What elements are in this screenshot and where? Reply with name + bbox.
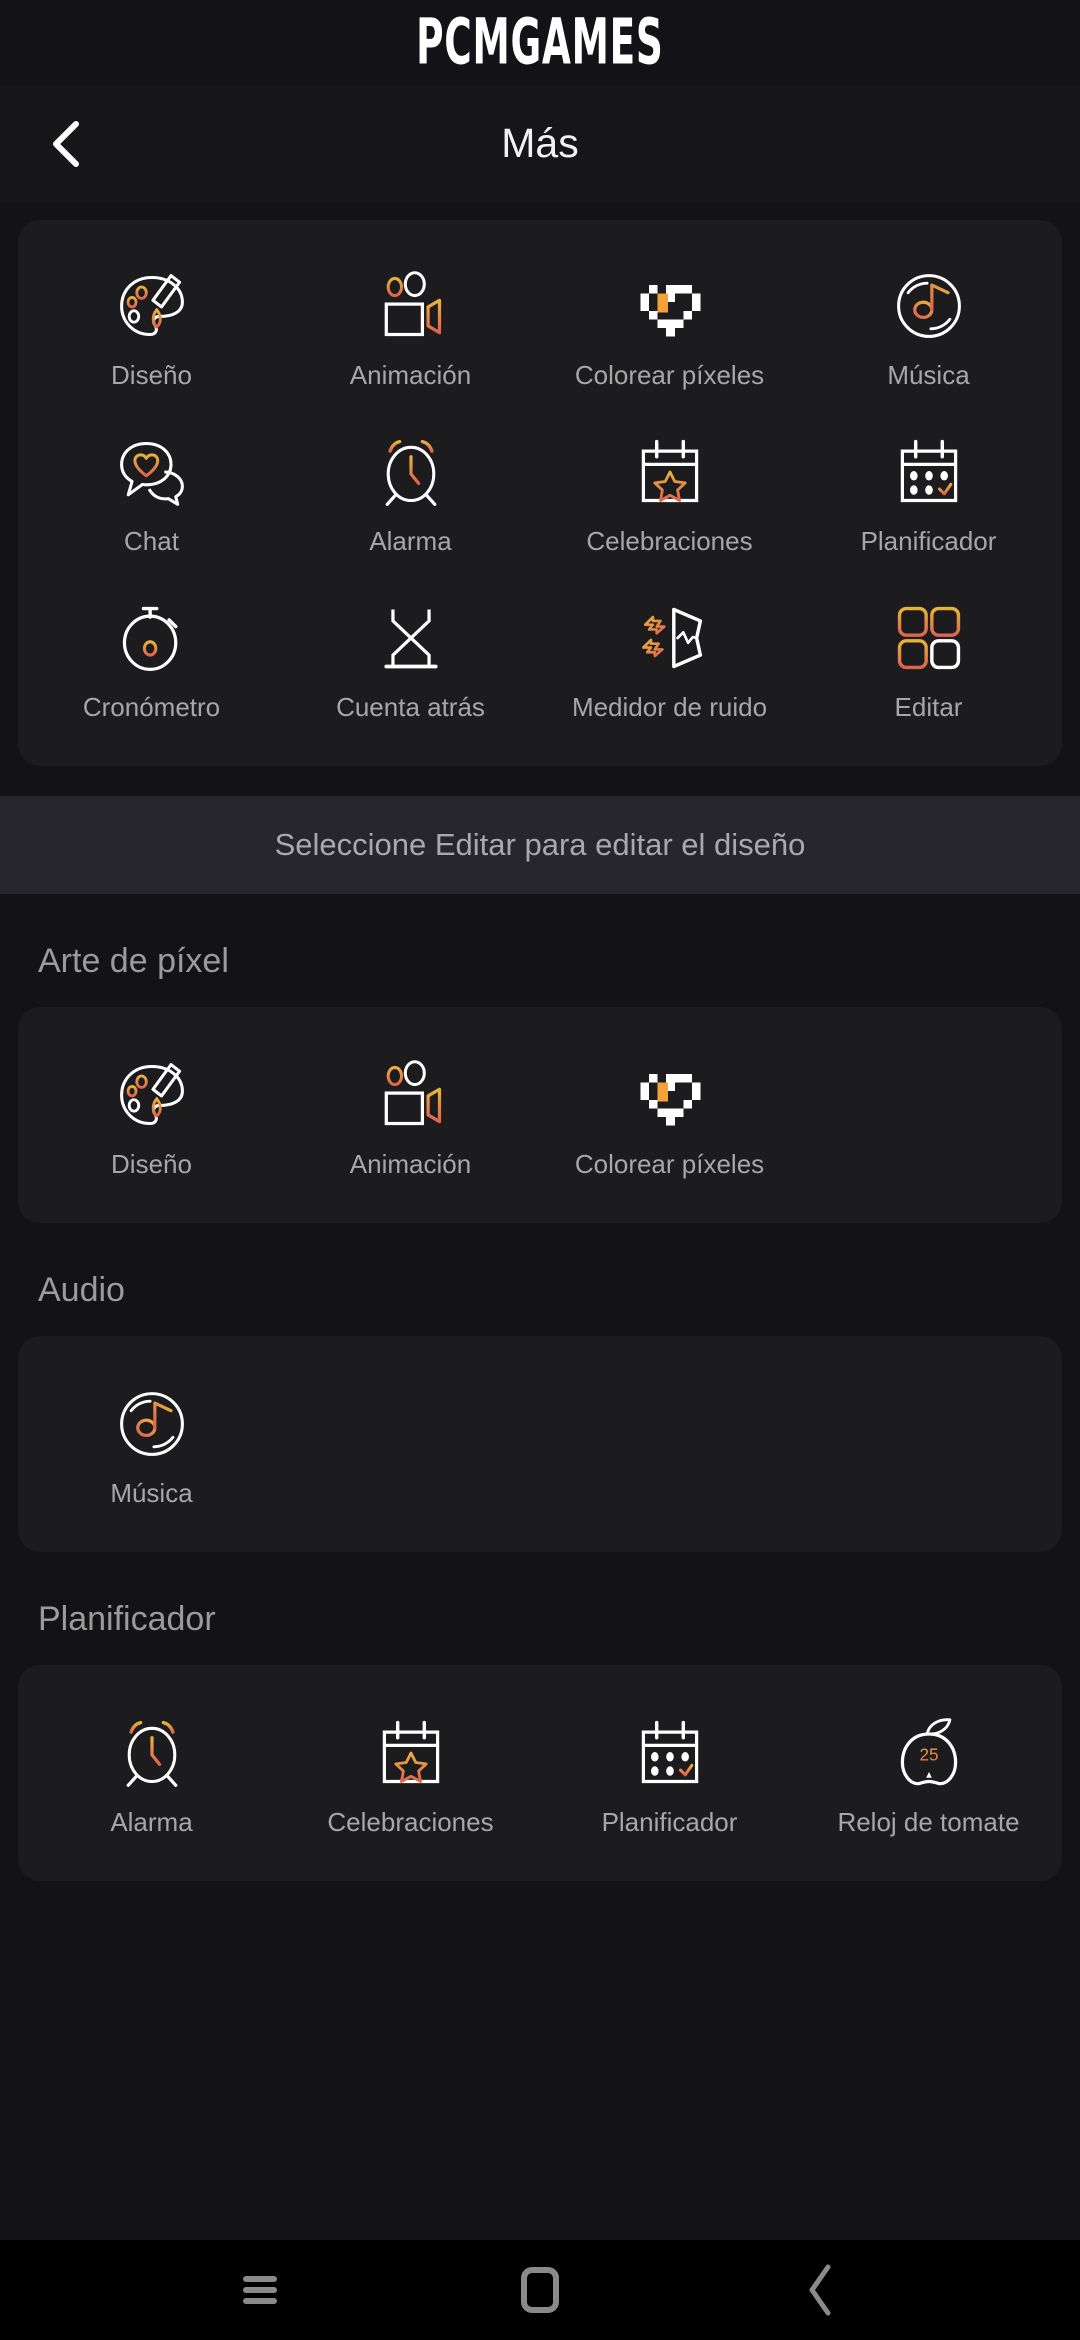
tile-label: Colorear píxeles	[574, 1149, 765, 1179]
tile-label: Chat	[124, 526, 179, 556]
tile-editar[interactable]: Editar	[799, 574, 1058, 740]
pixel-heart-icon	[632, 1057, 708, 1133]
pixel-heart-icon	[632, 268, 708, 344]
video-camera-icon	[373, 268, 449, 344]
section-title-planificador: Planificador	[38, 1600, 216, 1638]
recent-apps-icon	[243, 2271, 277, 2309]
tile-medidor-de-ruido[interactable]: Medidor de ruido	[540, 574, 799, 740]
grid-spacer	[799, 1031, 1058, 1197]
grid-spacer	[799, 1360, 1058, 1526]
tile-cronometro[interactable]: Cronómetro	[22, 574, 281, 740]
app-header: Más	[0, 85, 1080, 202]
calendar-star-icon	[373, 1715, 449, 1791]
home-icon	[521, 2267, 559, 2313]
tile-celebraciones[interactable]: Celebraciones	[281, 1689, 540, 1855]
brand-bar: PCMGAMES	[0, 0, 1080, 85]
tile-chat[interactable]: Chat	[22, 408, 281, 574]
alarm-clock-icon	[373, 434, 449, 510]
tile-alarma[interactable]: Alarma	[281, 408, 540, 574]
grid-spacer	[540, 1360, 799, 1526]
tile-label: Animación	[349, 1149, 472, 1179]
system-navbar	[0, 2240, 1080, 2340]
tile-label: Planificador	[860, 526, 997, 556]
tile-colorear-pixeles[interactable]: Colorear píxeles	[540, 1031, 799, 1197]
section-title-arte-de-pixel: Arte de píxel	[38, 942, 229, 980]
section-grid-audio: Música	[22, 1360, 1058, 1526]
section-grid-arte-de-pixel: Diseño Animación Colorear píxeles	[22, 1031, 1058, 1197]
back-button-nav[interactable]	[775, 2255, 865, 2325]
tile-alarma[interactable]: Alarma	[22, 1689, 281, 1855]
tile-label: Cuenta atrás	[336, 692, 485, 722]
stopwatch-icon	[114, 600, 190, 676]
section-grid-planificador: Alarma Celebraciones Planificador 25 Rel…	[22, 1689, 1058, 1855]
tile-label: Cronómetro	[82, 692, 221, 722]
app-root: PCMGAMES Más Diseño Animación Colorear p…	[0, 0, 1080, 2340]
noise-meter-icon	[632, 600, 708, 676]
tile-label: Reloj de tomate	[837, 1807, 1020, 1837]
section-card-arte-de-pixel: Diseño Animación Colorear píxeles	[18, 1007, 1062, 1223]
brand-watermark: PCMGAMES	[416, 5, 664, 80]
recent-apps-button[interactable]	[215, 2255, 305, 2325]
video-camera-icon	[373, 1057, 449, 1133]
palette-icon	[114, 1057, 190, 1133]
tile-planificador[interactable]: Planificador	[799, 408, 1058, 574]
tile-label: Diseño	[111, 1149, 192, 1179]
tile-animacion[interactable]: Animación	[281, 242, 540, 408]
calendar-star-icon	[632, 434, 708, 510]
section-title-audio: Audio	[38, 1271, 125, 1309]
tile-label: Alarma	[110, 1807, 193, 1837]
back-button[interactable]	[40, 116, 96, 172]
calendar-check-icon	[891, 434, 967, 510]
tile-reloj-de-tomate[interactable]: 25 Reloj de tomate	[799, 1689, 1058, 1855]
hint-banner: Seleccione Editar para editar el diseño	[0, 796, 1080, 894]
home-button[interactable]	[495, 2255, 585, 2325]
chevron-left-icon	[53, 120, 79, 167]
tile-label: Editar	[894, 692, 963, 722]
tile-animacion[interactable]: Animación	[281, 1031, 540, 1197]
tile-musica[interactable]: Música	[799, 242, 1058, 408]
tile-cuenta-atras[interactable]: Cuenta atrás	[281, 574, 540, 740]
chat-heart-icon	[114, 434, 190, 510]
main-grid: Diseño Animación Colorear píxeles Música…	[22, 242, 1058, 740]
hint-banner-text: Seleccione Editar para editar el diseño	[274, 827, 806, 862]
tile-diseno[interactable]: Diseño	[22, 242, 281, 408]
tile-label: Música	[110, 1478, 193, 1508]
tomato-timer-icon: 25	[891, 1715, 967, 1791]
section-card-audio: Música	[18, 1336, 1062, 1552]
tile-label: Colorear píxeles	[574, 360, 765, 390]
tile-musica[interactable]: Música	[22, 1360, 281, 1526]
palette-icon	[114, 268, 190, 344]
page-title: Más	[501, 120, 579, 166]
grid-spacer	[281, 1360, 540, 1526]
tile-celebraciones[interactable]: Celebraciones	[540, 408, 799, 574]
vinyl-note-icon	[891, 268, 967, 344]
tile-colorear-pixeles[interactable]: Colorear píxeles	[540, 242, 799, 408]
tile-label: Música	[887, 360, 970, 390]
tile-label: Medidor de ruido	[571, 692, 768, 722]
tile-planificador[interactable]: Planificador	[540, 1689, 799, 1855]
section-card-planificador: Alarma Celebraciones Planificador 25 Rel…	[18, 1665, 1062, 1881]
scroll-body[interactable]: Diseño Animación Colorear píxeles Música…	[0, 202, 1080, 2240]
tile-label: Planificador	[601, 1807, 738, 1837]
back-icon	[809, 2264, 831, 2316]
main-grid-card: Diseño Animación Colorear píxeles Música…	[18, 220, 1062, 766]
tile-diseno[interactable]: Diseño	[22, 1031, 281, 1197]
hourglass-icon	[373, 600, 449, 676]
tile-label: Diseño	[111, 360, 192, 390]
tile-label: Celebraciones	[586, 526, 753, 556]
calendar-check-icon	[632, 1715, 708, 1791]
grid-edit-icon	[891, 600, 967, 676]
tile-label: Alarma	[369, 526, 452, 556]
vinyl-note-icon	[114, 1386, 190, 1462]
svg-text:25: 25	[919, 1746, 938, 1765]
tile-label: Animación	[349, 360, 472, 390]
tile-label: Celebraciones	[327, 1807, 494, 1837]
alarm-clock-icon	[114, 1715, 190, 1791]
